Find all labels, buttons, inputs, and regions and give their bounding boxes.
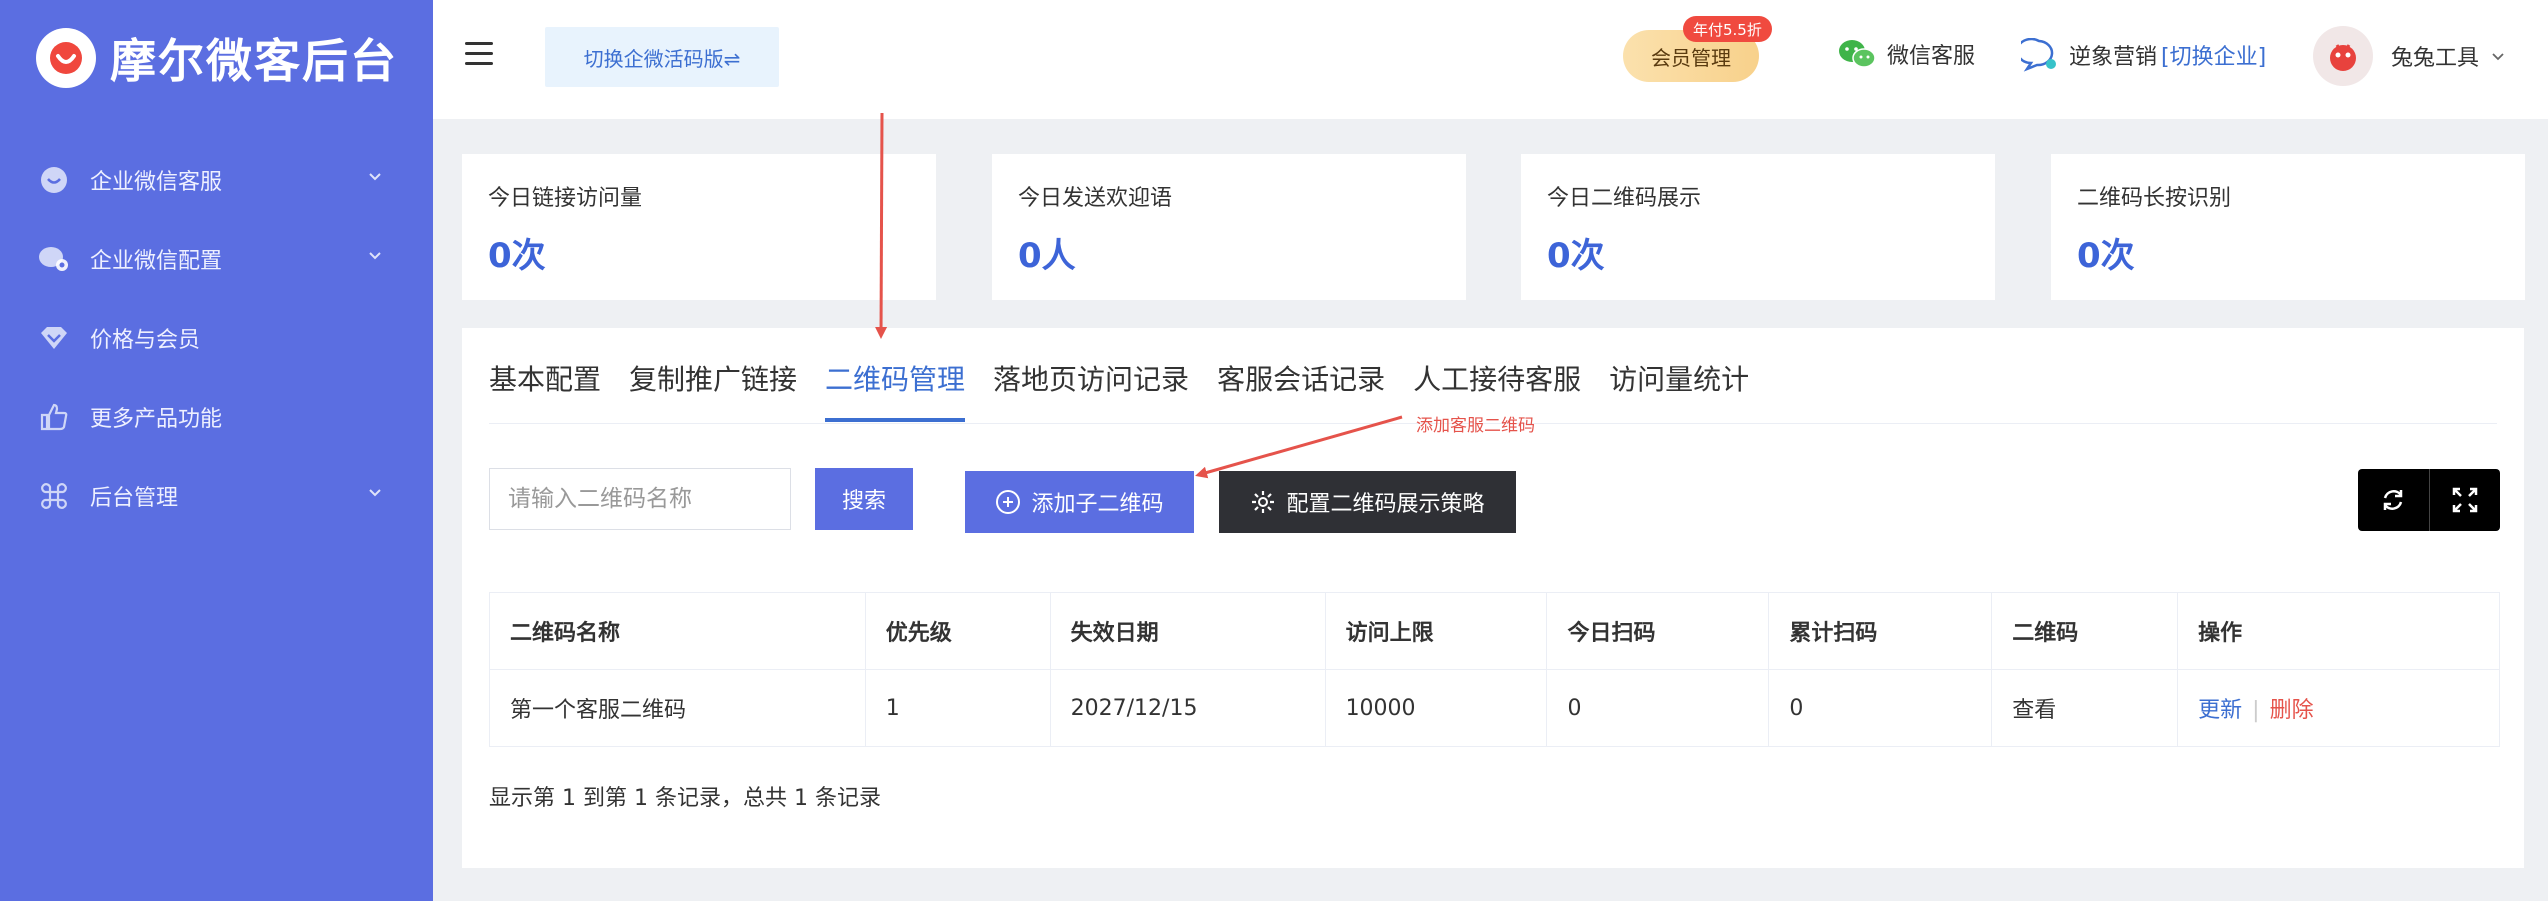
sidebar-item-label: 价格与会员 [90,327,201,353]
command-icon [38,480,70,512]
wechat-service-link[interactable]: 微信客服 [1837,38,1975,70]
brand[interactable]: 摩尔微客后台 [36,26,398,90]
user-menu[interactable]: 兔兔工具 [2313,26,2505,86]
config-display-strategy-button[interactable]: 配置二维码展示策略 [1219,471,1516,533]
view-qrcode-link[interactable]: 查看 [1991,669,2179,747]
sidebar-item-pricing[interactable]: 价格与会员 [0,298,433,377]
stat-value: 0次 [1547,236,1605,276]
brand-name: 摩尔微客后台 [110,34,398,88]
annotation-label: 添加客服二维码 [1416,416,1535,436]
gear-icon [1250,489,1276,515]
cell-actions: 更新 | 删除 [2177,669,2500,747]
sidebar-item-label: 企业微信配置 [90,248,223,274]
table-row: 第一个客服二维码 1 2027/12/15 10000 0 0 查看 更新 | 删除 [489,669,2500,747]
chevron-down-icon [367,247,383,267]
sidebar: 摩尔微客后台 企业微信客服 企业微信配置 价格与会员 更多产品功能 后台管理 [0,0,433,901]
qrcode-search-input[interactable] [489,468,791,530]
stat-card-welcome-sent: 今日发送欢迎语 0人 [992,154,1466,300]
tab-visit-stats[interactable]: 访问量统计 [1609,358,1749,422]
cell-priority: 1 [864,669,1051,747]
add-sub-qrcode-button[interactable]: 添加子二维码 [965,471,1194,533]
action-separator: | [2252,698,2260,723]
plus-circle-icon [995,489,1021,515]
customer-service-icon [2021,38,2059,72]
config-display-strategy-label: 配置二维码展示策略 [1286,492,1485,517]
company-switch-link[interactable]: 逆象营销 [切换企业] [2021,38,2266,72]
stat-label: 二维码长按识别 [2077,186,2232,211]
sidebar-item-more-products[interactable]: 更多产品功能 [0,377,433,456]
column-header-qrcode[interactable]: 二维码 [1991,592,2179,670]
column-header-today-scans[interactable]: 今日扫码 [1546,592,1770,670]
column-header-limit[interactable]: 访问上限 [1324,592,1548,670]
company-name: 逆象营销 [2069,45,2158,70]
update-link[interactable]: 更新 [2198,698,2242,723]
sidebar-item-label: 企业微信客服 [90,169,223,195]
discount-badge: 年付5.5折 [1683,16,1772,42]
column-header-total-scans[interactable]: 累计扫码 [1768,592,1993,670]
diamond-icon [38,322,70,354]
tab-session-records[interactable]: 客服会话记录 [1217,358,1385,422]
table-header-row: 二维码名称 优先级 失效日期 访问上限 今日扫码 累计扫码 二维码 操作 [489,592,2500,670]
sidebar-nav: 企业微信客服 企业微信配置 价格与会员 更多产品功能 后台管理 [0,140,433,535]
smile-chat-icon [38,164,70,196]
refresh-icon[interactable] [2358,469,2429,531]
tab-copy-link[interactable]: 复制推广链接 [629,358,797,422]
thumbs-up-icon [38,401,70,433]
column-header-actions: 操作 [2177,592,2500,670]
column-header-priority[interactable]: 优先级 [864,592,1051,670]
tab-qrcode-management[interactable]: 二维码管理 [825,358,966,422]
chevron-down-icon [367,484,383,504]
chevron-down-icon [367,168,383,188]
column-header-expire[interactable]: 失效日期 [1049,592,1326,670]
brand-logo-icon [36,28,96,88]
sidebar-item-wecom-config[interactable]: 企业微信配置 [0,219,433,298]
qrcode-table: 二维码名称 优先级 失效日期 访问上限 今日扫码 累计扫码 二维码 操作 第一个… [489,592,2500,747]
stat-value: 0次 [488,236,546,276]
stat-label: 今日链接访问量 [488,186,643,211]
cell-today-scans: 0 [1546,669,1770,747]
delete-link[interactable]: 删除 [2270,698,2314,723]
stat-value: 0次 [2077,236,2135,276]
stat-label: 今日二维码展示 [1547,186,1702,211]
avatar [2313,26,2373,86]
sidebar-item-label: 后台管理 [90,485,179,511]
add-sub-qrcode-label: 添加子二维码 [1031,492,1164,517]
stat-value: 0人 [1018,236,1076,276]
cell-expire: 2027/12/15 [1049,669,1326,747]
stat-card-qr-scanned: 二维码长按识别 0次 [2051,154,2525,300]
sidebar-item-admin[interactable]: 后台管理 [0,456,433,535]
stat-card-link-visits: 今日链接访问量 0次 [462,154,936,300]
table-tools [2358,469,2500,531]
tab-landing-visits[interactable]: 落地页访问记录 [993,358,1189,422]
user-name: 兔兔工具 [2391,46,2480,71]
stat-label: 今日发送欢迎语 [1018,186,1173,211]
cell-name: 第一个客服二维码 [489,669,866,747]
switch-version-button[interactable]: 切换企微活码版⇌ [545,27,779,87]
wechat-service-label: 微信客服 [1887,44,1976,69]
pagination-info: 显示第 1 到第 1 条记录，总共 1 条记录 [489,786,881,811]
sidebar-item-label: 更多产品功能 [90,406,223,432]
column-header-name[interactable]: 二维码名称 [489,592,866,670]
search-button[interactable]: 搜索 [815,468,913,530]
top-header: 切换企微活码版⇌ 会员管理 年付5.5折 微信客服 逆象营销 [切换企业] 兔兔… [433,0,2548,119]
wechat-icon [1837,38,1877,70]
sidebar-item-wecom-service[interactable]: 企业微信客服 [0,140,433,219]
switch-company-link[interactable]: [切换企业] [2161,39,2266,71]
main-panel: 基本配置 复制推广链接 二维码管理 落地页访问记录 客服会话记录 人工接待客服 … [462,328,2524,868]
chat-settings-icon [38,243,70,275]
fullscreen-icon[interactable] [2428,469,2501,531]
cell-limit: 10000 [1324,669,1548,747]
tab-basic-config[interactable]: 基本配置 [489,358,601,422]
chevron-down-icon [2491,49,2505,63]
cell-total-scans: 0 [1768,669,1993,747]
menu-toggle-icon[interactable] [465,42,493,70]
stat-card-qr-shown: 今日二维码展示 0次 [1521,154,1995,300]
tab-bar: 基本配置 复制推广链接 二维码管理 落地页访问记录 客服会话记录 人工接待客服 … [489,358,1777,422]
